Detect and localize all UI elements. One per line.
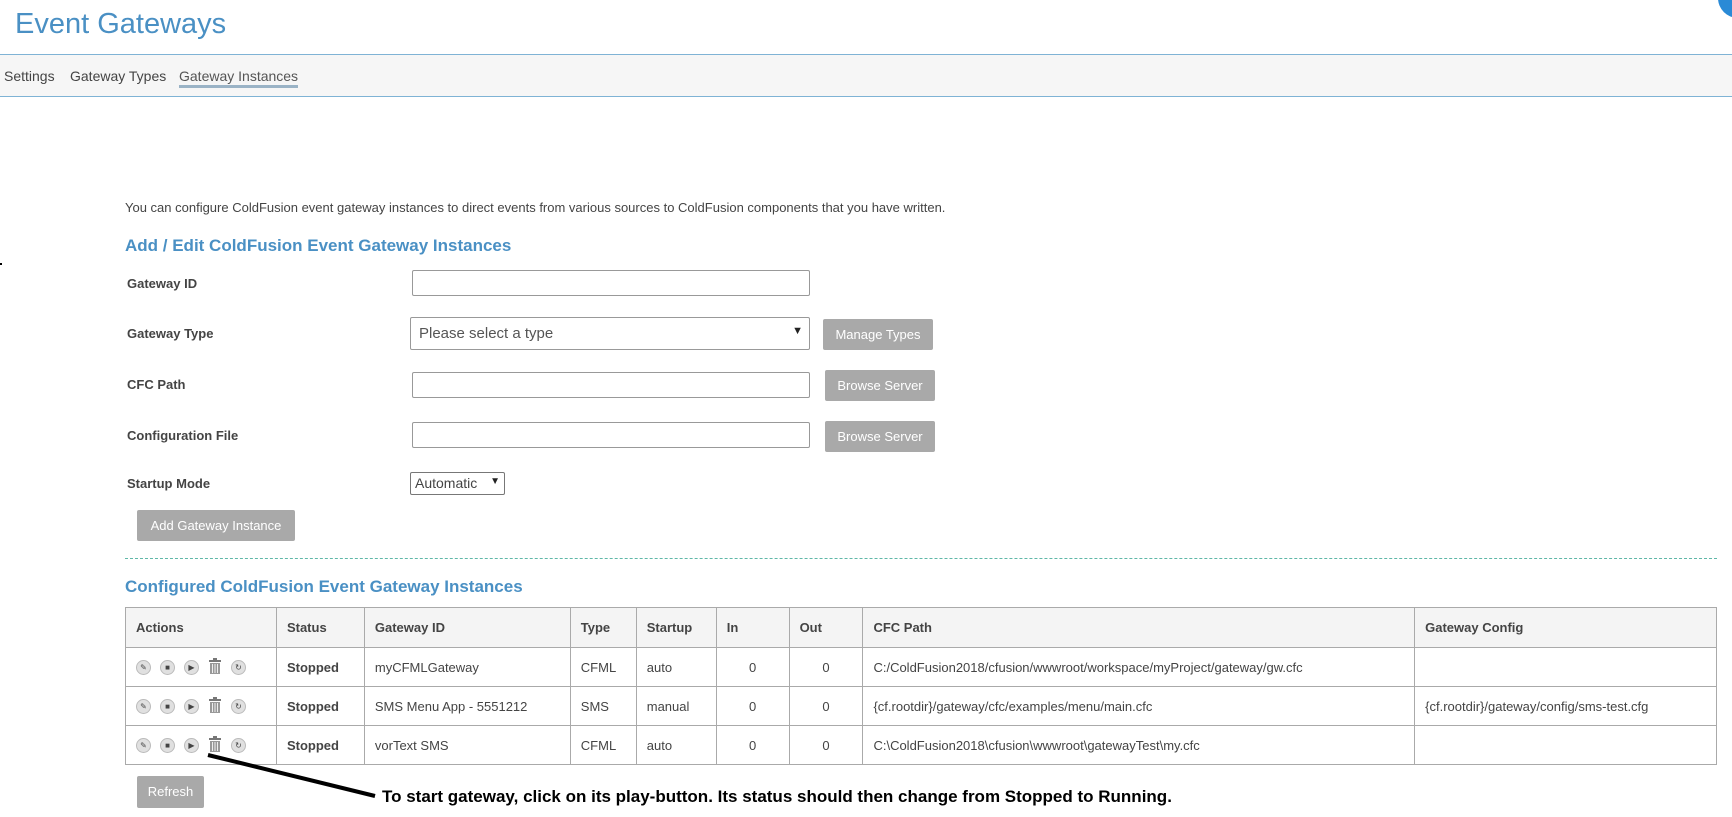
- gateway-config-cell: [1414, 647, 1717, 687]
- col-in: In: [715, 607, 790, 648]
- restart-icon[interactable]: ↻: [231, 659, 246, 675]
- row-actions: ✎ ■ ▶ ↻: [125, 647, 277, 687]
- gateway-config-cell: {cf.rootdir}/gateway/config/sms-test.cfg: [1414, 686, 1717, 726]
- col-actions: Actions: [125, 607, 277, 648]
- config-file-label: Configuration File: [127, 428, 239, 443]
- cfc-path-cell: C:/ColdFusion2018/cfusion/wwwroot/worksp…: [862, 647, 1416, 687]
- annotation-text: To start gateway, click on its play-butt…: [382, 787, 1172, 806]
- intro-text: You can configure ColdFusion event gatew…: [125, 200, 946, 215]
- startup-mode-select[interactable]: Automatic ▼: [410, 472, 505, 495]
- in-cell: 0: [715, 686, 790, 726]
- type-cell: CFML: [569, 647, 637, 687]
- col-gateway-id: Gateway ID: [363, 607, 571, 648]
- cfc-path-cell: {cf.rootdir}/gateway/cfc/examples/menu/m…: [862, 686, 1416, 726]
- col-startup: Startup: [635, 607, 717, 648]
- gateway-id-label: Gateway ID: [127, 276, 198, 291]
- page-header: Event Gateways: [0, 0, 1732, 55]
- stop-icon[interactable]: ■: [160, 659, 175, 675]
- edit-icon[interactable]: ✎: [136, 737, 151, 753]
- table-row: ✎ ■ ▶ ↻ Stopped SMS Menu App - 5551212 SMS …: [125, 686, 1717, 726]
- gateway-id-cell: myCFMLGateway: [363, 647, 571, 687]
- row-actions: ✎ ■ ▶ ↻: [125, 686, 277, 726]
- configured-section-title: Configured ColdFusion Event Gateway Inst…: [125, 577, 523, 596]
- out-cell: 0: [788, 686, 864, 726]
- col-type: Type: [569, 607, 637, 648]
- status-cell: Stopped: [275, 647, 365, 687]
- table-header-row: Actions Status Gateway ID Type Startup I…: [125, 607, 1717, 648]
- gateway-instances-table: Actions Status Gateway ID Type Startup I…: [125, 607, 1717, 765]
- browse-server-config-button[interactable]: Browse Server: [825, 421, 935, 452]
- chevron-down-icon: ▼: [490, 476, 500, 487]
- col-gateway-config: Gateway Config: [1414, 607, 1717, 648]
- cfc-path-label: CFC Path: [127, 377, 186, 392]
- tab-gateway-types[interactable]: Gateway Types: [70, 68, 166, 84]
- tab-bar: Settings Gateway Types Gateway Instances: [0, 55, 1732, 97]
- cfc-path-cell: C:\ColdFusion2018\cfusion\wwwroot\gatewa…: [862, 725, 1416, 765]
- restart-icon[interactable]: ↻: [231, 698, 246, 714]
- in-cell: 0: [715, 725, 790, 765]
- config-file-input[interactable]: [412, 422, 810, 448]
- play-icon[interactable]: ▶: [184, 698, 199, 714]
- gateway-type-select[interactable]: Please select a type ▼: [410, 317, 810, 350]
- tab-settings[interactable]: Settings: [4, 68, 55, 84]
- page-title: Event Gateways: [15, 8, 227, 40]
- form-section-title: Add / Edit ColdFusion Event Gateway Inst…: [125, 236, 512, 255]
- add-gateway-instance-button[interactable]: Add Gateway Instance: [137, 510, 295, 541]
- gateway-id-cell: vorText SMS: [363, 725, 571, 765]
- edit-icon[interactable]: ✎: [136, 698, 151, 714]
- type-cell: CFML: [569, 725, 637, 765]
- section-divider: [125, 558, 1717, 559]
- delete-icon[interactable]: [208, 657, 222, 677]
- gateway-type-selected: Please select a type: [419, 325, 554, 342]
- refresh-button[interactable]: Refresh: [137, 776, 204, 808]
- type-cell: SMS: [569, 686, 637, 726]
- tab-gateway-instances[interactable]: Gateway Instances: [179, 68, 299, 88]
- gateway-config-cell: [1414, 725, 1717, 765]
- startup-cell: manual: [635, 686, 717, 726]
- play-icon[interactable]: ▶: [184, 659, 199, 675]
- gateway-id-input[interactable]: [412, 270, 810, 296]
- out-cell: 0: [788, 725, 864, 765]
- chevron-down-icon: ▼: [792, 325, 803, 337]
- user-avatar[interactable]: [1718, 0, 1732, 18]
- startup-cell: auto: [635, 647, 717, 687]
- in-cell: 0: [715, 647, 790, 687]
- status-cell: Stopped: [275, 686, 365, 726]
- table-row: ✎ ■ ▶ ↻ Stopped myCFMLGateway CFML auto 0 0…: [125, 647, 1717, 687]
- out-cell: 0: [788, 647, 864, 687]
- browse-server-cfc-button[interactable]: Browse Server: [825, 370, 935, 401]
- play-icon[interactable]: ▶: [184, 737, 199, 753]
- cfc-path-input[interactable]: [412, 372, 810, 398]
- stop-icon[interactable]: ■: [160, 737, 175, 753]
- delete-icon[interactable]: [208, 696, 222, 716]
- stray-mark: [0, 263, 2, 265]
- startup-mode-selected: Automatic: [415, 475, 478, 491]
- col-out: Out: [788, 607, 864, 648]
- edit-icon[interactable]: ✎: [136, 659, 151, 675]
- gateway-id-cell: SMS Menu App - 5551212: [363, 686, 571, 726]
- stop-icon[interactable]: ■: [160, 698, 175, 714]
- gateway-type-label: Gateway Type: [127, 326, 214, 341]
- startup-cell: auto: [635, 725, 717, 765]
- col-status: Status: [275, 607, 365, 648]
- manage-types-button[interactable]: Manage Types: [823, 319, 933, 350]
- col-cfc-path: CFC Path: [862, 607, 1416, 648]
- annotation-arrow: [207, 753, 376, 798]
- startup-mode-label: Startup Mode: [127, 476, 211, 491]
